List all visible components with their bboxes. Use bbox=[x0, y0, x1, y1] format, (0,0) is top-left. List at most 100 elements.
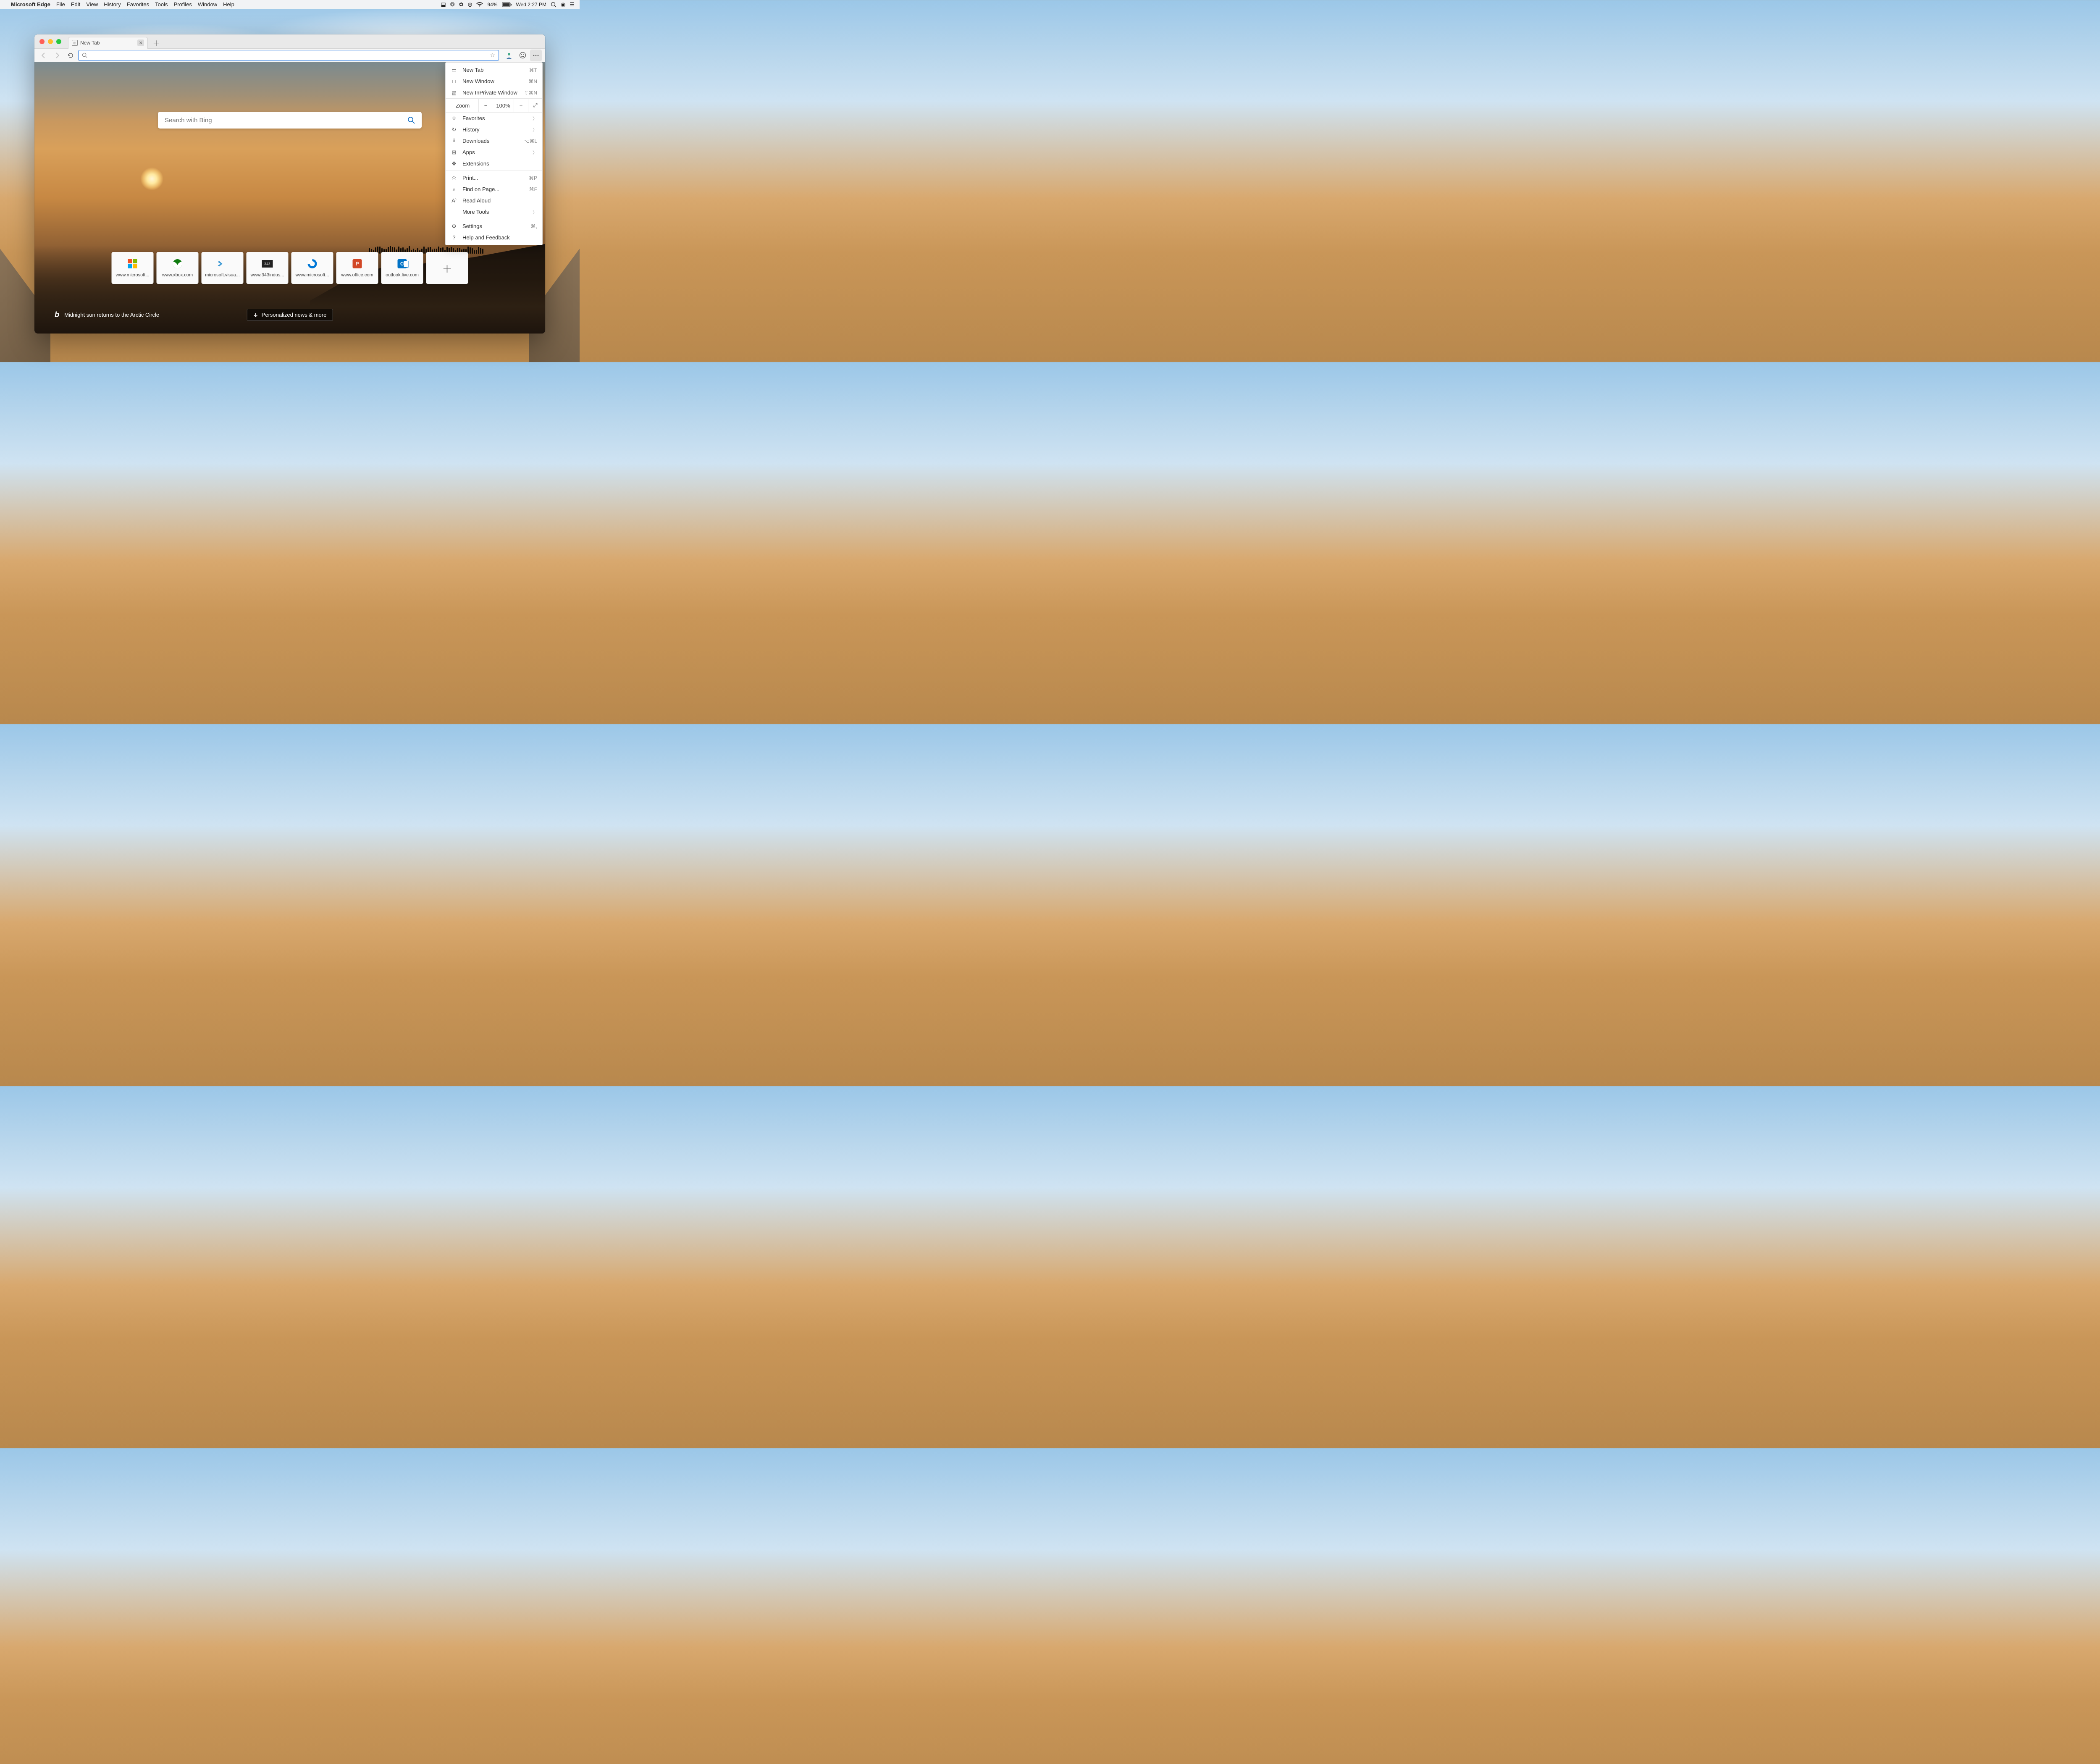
tile-label: www.343indus... bbox=[250, 273, 284, 278]
menu-read-aloud[interactable]: A⁾ Read Aloud bbox=[446, 195, 542, 206]
address-bar[interactable]: ☆ bbox=[78, 50, 499, 61]
menubar-history[interactable]: History bbox=[104, 1, 121, 8]
tile-label: outlook.live.com bbox=[386, 273, 419, 278]
tab-new-tab[interactable]: ⊞ New Tab ✕ bbox=[68, 37, 148, 49]
forward-button[interactable] bbox=[51, 50, 63, 61]
menubar-help[interactable]: Help bbox=[223, 1, 234, 8]
favorite-star-icon[interactable]: ☆ bbox=[490, 52, 495, 59]
window-titlebar[interactable]: ⊞ New Tab ✕ ＋ bbox=[34, 34, 545, 49]
menu-apps-label: Apps bbox=[462, 149, 528, 155]
battery-icon[interactable] bbox=[502, 2, 512, 7]
menu-new-window[interactable]: □ New Window ⌘N bbox=[446, 76, 542, 87]
outlook-icon: O bbox=[397, 258, 408, 269]
menu-print-label: Print... bbox=[462, 175, 524, 181]
feedback-smiley-button[interactable] bbox=[517, 50, 528, 61]
dropbox-icon[interactable]: ⬓ bbox=[441, 1, 446, 8]
menubar-view[interactable]: View bbox=[86, 1, 98, 8]
bing-search-bar[interactable] bbox=[158, 112, 422, 129]
chevron-right-icon: 〉 bbox=[533, 115, 537, 122]
top-site-tile[interactable]: Ooutlook.live.com bbox=[381, 252, 423, 284]
downloads-icon: ⭳ bbox=[451, 136, 457, 146]
343-icon: 343 bbox=[262, 258, 273, 269]
menu-more-tools-label: More Tools bbox=[462, 209, 528, 215]
zoom-value: 100% bbox=[493, 102, 514, 109]
address-input[interactable] bbox=[90, 52, 487, 58]
add-tile-button[interactable]: ＋ bbox=[426, 252, 468, 284]
fullscreen-button[interactable]: ⤢ bbox=[528, 98, 542, 113]
window-traffic-lights bbox=[39, 39, 61, 44]
menu-extensions[interactable]: ✥ Extensions bbox=[446, 158, 542, 169]
refresh-button[interactable] bbox=[65, 50, 76, 61]
menubar-edit[interactable]: Edit bbox=[71, 1, 80, 8]
new-window-icon: □ bbox=[451, 78, 457, 84]
xbox-icon bbox=[172, 258, 183, 269]
spotlight-icon[interactable] bbox=[551, 2, 556, 8]
menu-favorites[interactable]: ☆ Favorites 〉 bbox=[446, 113, 542, 124]
tile-label: www.microsoft... bbox=[295, 273, 329, 278]
menubar-clock[interactable]: Wed 2:27 PM bbox=[516, 2, 546, 8]
menu-new-window-shortcut: ⌘N bbox=[528, 79, 537, 84]
menu-new-inprivate[interactable]: ▧ New InPrivate Window ⇧⌘N bbox=[446, 87, 542, 98]
browser-window: ⊞ New Tab ✕ ＋ ☆ bbox=[34, 34, 545, 333]
siri-icon[interactable]: ◉ bbox=[561, 1, 565, 8]
menu-find[interactable]: ⌕ Find on Page... ⌘F bbox=[446, 184, 542, 195]
menubar-app-name[interactable]: Microsoft Edge bbox=[11, 1, 50, 8]
menu-new-inprivate-shortcut: ⇧⌘N bbox=[524, 90, 537, 96]
menu-settings-shortcut: ⌘, bbox=[531, 223, 537, 229]
powerpoint-icon: P bbox=[352, 258, 363, 269]
menu-help-label: Help and Feedback bbox=[462, 234, 537, 241]
top-site-tile[interactable]: www.microsoft... bbox=[112, 252, 154, 284]
top-site-tile[interactable]: microsoft.visua... bbox=[202, 252, 244, 284]
profile-button[interactable] bbox=[503, 50, 515, 61]
bing-search-input[interactable] bbox=[165, 117, 407, 124]
back-button[interactable] bbox=[38, 50, 50, 61]
bing-search-icon[interactable] bbox=[407, 116, 415, 124]
menu-more-tools[interactable]: More Tools 〉 bbox=[446, 206, 542, 218]
tile-label: microsoft.visua... bbox=[205, 273, 240, 278]
menu-help[interactable]: ? Help and Feedback bbox=[446, 232, 542, 243]
zoom-out-button[interactable]: − bbox=[478, 98, 493, 113]
menubar-file[interactable]: File bbox=[56, 1, 65, 8]
find-icon: ⌕ bbox=[451, 186, 457, 193]
menu-new-tab[interactable]: ▭ New Tab ⌘T bbox=[446, 64, 542, 76]
menu-apps[interactable]: ⊞ Apps 〉 bbox=[446, 147, 542, 158]
bing-image-caption[interactable]: b Midnight sun returns to the Arctic Cir… bbox=[55, 310, 159, 319]
menu-settings[interactable]: ⚙ Settings ⌘, bbox=[446, 220, 542, 232]
menubar-tools[interactable]: Tools bbox=[155, 1, 168, 8]
top-site-tile[interactable]: www.microsoft... bbox=[291, 252, 333, 284]
new-tab-button[interactable]: ＋ bbox=[150, 37, 162, 49]
personalized-news-button[interactable]: Personalized news & more bbox=[247, 309, 333, 321]
top-site-tile[interactable]: Pwww.office.com bbox=[336, 252, 378, 284]
tab-close-button[interactable]: ✕ bbox=[137, 39, 144, 46]
status-icon-2[interactable]: ✿ bbox=[459, 1, 464, 8]
menu-history[interactable]: ↻ History 〉 bbox=[446, 124, 542, 135]
wifi-icon[interactable] bbox=[476, 2, 483, 7]
menubar-window[interactable]: Window bbox=[198, 1, 217, 8]
microsoft-icon bbox=[127, 258, 138, 269]
tile-label: www.xbox.com bbox=[162, 273, 193, 278]
fullscreen-window-button[interactable] bbox=[56, 39, 61, 44]
notification-center-icon[interactable]: ☰ bbox=[570, 1, 575, 8]
inprivate-icon: ▧ bbox=[451, 89, 457, 96]
settings-menu: ▭ New Tab ⌘T □ New Window ⌘N ▧ New InPri… bbox=[445, 62, 543, 245]
print-icon: ⎙ bbox=[451, 175, 457, 181]
close-window-button[interactable] bbox=[39, 39, 45, 44]
globe-icon[interactable]: 🜨 bbox=[468, 0, 472, 10]
menu-new-tab-shortcut: ⌘T bbox=[529, 67, 537, 73]
menubar-favorites[interactable]: Favorites bbox=[127, 1, 149, 8]
status-icon-1[interactable]: ❂ bbox=[450, 1, 455, 8]
menu-print[interactable]: ⎙ Print... ⌘P bbox=[446, 172, 542, 184]
settings-and-more-button[interactable] bbox=[530, 50, 542, 61]
menu-find-shortcut: ⌘F bbox=[529, 186, 537, 192]
menu-history-label: History bbox=[462, 126, 528, 133]
zoom-in-button[interactable]: + bbox=[514, 98, 528, 113]
new-tab-page: www.microsoft... www.xbox.com microsoft.vi… bbox=[34, 62, 545, 333]
menu-downloads[interactable]: ⭳ Downloads ⌥⌘L bbox=[446, 135, 542, 147]
minimize-window-button[interactable] bbox=[48, 39, 53, 44]
menubar-profiles[interactable]: Profiles bbox=[174, 1, 192, 8]
top-site-tile[interactable]: www.xbox.com bbox=[157, 252, 199, 284]
new-tab-icon: ▭ bbox=[451, 67, 457, 74]
top-site-tile[interactable]: 343 www.343indus... bbox=[247, 252, 289, 284]
browser-toolbar: ☆ bbox=[34, 49, 545, 62]
gear-icon: ⚙ bbox=[451, 223, 457, 230]
